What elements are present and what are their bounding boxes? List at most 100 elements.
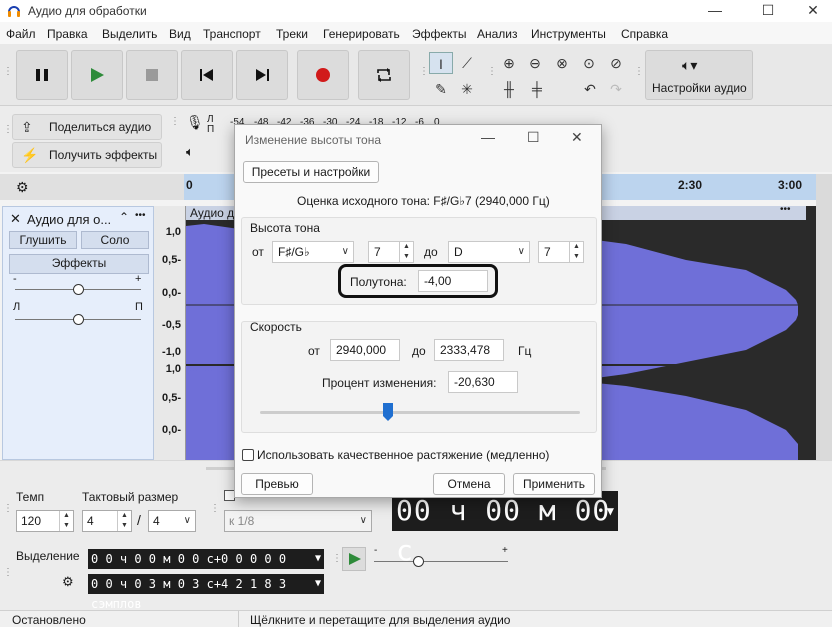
track-name[interactable]: Аудио для о... bbox=[27, 212, 111, 227]
zoom-in-icon[interactable]: ⊕ bbox=[497, 52, 521, 74]
preview-button[interactable]: Превью bbox=[241, 473, 313, 495]
percent-change-input[interactable]: -20,630 bbox=[448, 371, 518, 393]
dialog-maximize-button[interactable]: ☐ bbox=[527, 129, 540, 146]
time-sig-denominator-select[interactable]: 4 ∨ bbox=[148, 510, 196, 532]
menu-view[interactable]: Вид bbox=[169, 27, 191, 41]
redo-icon[interactable]: ↷ bbox=[604, 78, 628, 100]
gain-slider-thumb[interactable] bbox=[73, 284, 84, 295]
maximize-button[interactable]: ☐ bbox=[745, 0, 791, 22]
dialog-close-button[interactable]: ✕ bbox=[571, 129, 583, 146]
skip-to-end-button[interactable] bbox=[236, 50, 288, 100]
draw-tool-icon[interactable]: ✎ bbox=[429, 78, 453, 100]
menu-tracks[interactable]: Треки bbox=[276, 27, 308, 41]
minimize-button[interactable]: — bbox=[692, 0, 738, 22]
close-track-icon[interactable]: ✕ bbox=[10, 211, 21, 227]
from-note-select[interactable]: F♯/G♭ ∨ bbox=[272, 241, 354, 263]
time-sig-numerator-input[interactable]: 4 ▲ ▼ bbox=[82, 510, 132, 532]
toolbar-grip[interactable]: ⋮ bbox=[487, 66, 497, 77]
hq-stretch-checkbox[interactable] bbox=[242, 449, 254, 461]
effects-button[interactable]: Эффекты bbox=[9, 254, 149, 274]
menu-analyze[interactable]: Анализ bbox=[477, 27, 518, 41]
vertical-scrollbar[interactable] bbox=[816, 174, 832, 460]
toolbar-grip[interactable]: ⋮ bbox=[3, 567, 13, 578]
play-at-speed-button[interactable] bbox=[342, 547, 366, 571]
time-format-arrow-icon[interactable]: ▼ bbox=[315, 574, 321, 594]
toolbar-grip[interactable]: ⋮ bbox=[3, 66, 13, 77]
menu-transport[interactable]: Транспорт bbox=[203, 27, 261, 41]
speed-from-input[interactable]: 2940,000 bbox=[330, 339, 400, 361]
play-button[interactable] bbox=[71, 50, 123, 100]
skip-to-start-button[interactable] bbox=[181, 50, 233, 100]
speaker-meter-icon[interactable]: 🔈︎ bbox=[186, 144, 194, 160]
tempo-input[interactable]: 120 ▲ ▼ bbox=[16, 510, 74, 532]
record-button[interactable] bbox=[297, 50, 349, 100]
time-format-arrow-icon[interactable]: ▼ bbox=[607, 491, 615, 531]
menu-select[interactable]: Выделить bbox=[102, 27, 157, 41]
toolbar-grip[interactable]: ⋮ bbox=[3, 503, 13, 514]
collapse-track-icon[interactable]: ⌃ bbox=[119, 210, 129, 224]
toolbar-grip[interactable]: ⋮ bbox=[634, 66, 644, 77]
menu-effects[interactable]: Эффекты bbox=[412, 27, 467, 41]
menu-file[interactable]: Файл bbox=[6, 27, 36, 41]
spin-arrows-icon[interactable]: ▲ ▼ bbox=[59, 511, 73, 531]
to-note-select[interactable]: D ∨ bbox=[448, 241, 530, 263]
selection-tool-icon[interactable]: I bbox=[429, 52, 453, 74]
close-button[interactable]: ✕ bbox=[790, 0, 832, 22]
microphone-icon[interactable]: 🎙︎ bbox=[186, 114, 204, 131]
solo-button[interactable]: Соло bbox=[81, 231, 149, 249]
audio-settings-button[interactable]: 🔈︎▾ Настройки аудио bbox=[645, 50, 753, 100]
fit-project-icon[interactable]: ⊙ bbox=[577, 52, 601, 74]
share-audio-button[interactable]: ⇪ Поделиться аудио bbox=[12, 114, 162, 140]
toolbar-grip[interactable]: ⋮ bbox=[3, 124, 13, 135]
fit-selection-icon[interactable]: ⊗ bbox=[550, 52, 574, 74]
record-icon bbox=[316, 68, 330, 82]
from-label: от bbox=[252, 245, 264, 259]
track-menu-icon[interactable]: ••• bbox=[135, 210, 146, 221]
to-octave-input[interactable]: 7 ▲ ▼ bbox=[538, 241, 584, 263]
menu-generate[interactable]: Генерировать bbox=[323, 27, 400, 41]
snap-select[interactable]: к 1/8 ∨ bbox=[224, 510, 372, 532]
menu-tools[interactable]: Инструменты bbox=[531, 27, 606, 41]
get-effects-button[interactable]: ⚡ Получить эффекты bbox=[12, 142, 162, 168]
selection-start-time[interactable]: 0 0 ч 0 0 м 0 0 с+0 0 0 0 0 сэмплов ▼ bbox=[88, 549, 324, 586]
menu-edit[interactable]: Правка bbox=[47, 27, 88, 41]
loop-button[interactable] bbox=[358, 50, 410, 100]
percent-slider-thumb[interactable] bbox=[383, 403, 393, 421]
menu-help[interactable]: Справка bbox=[621, 27, 668, 41]
selection-end-time[interactable]: 0 0 ч 0 3 м 0 3 с+4 2 1 8 3 сэмплов ▼ bbox=[88, 574, 324, 611]
toolbar-grip[interactable]: ⋮ bbox=[170, 116, 180, 127]
spin-arrows-icon[interactable]: ▲ ▼ bbox=[569, 242, 583, 262]
trim-audio-icon[interactable]: ╫ bbox=[497, 78, 521, 100]
hq-stretch-label: Использовать качественное растяжение (ме… bbox=[257, 448, 550, 462]
apply-button[interactable]: Применить bbox=[513, 473, 595, 495]
zoom-toggle-icon[interactable]: ⊘ bbox=[604, 52, 628, 74]
spin-arrows-icon[interactable]: ▲ ▼ bbox=[117, 511, 131, 531]
undo-icon[interactable]: ↶ bbox=[578, 78, 602, 100]
time-format-arrow-icon[interactable]: ▼ bbox=[315, 549, 321, 569]
speed-to-input[interactable]: 2333,478 bbox=[434, 339, 504, 361]
semitones-input[interactable]: -4,00 bbox=[418, 270, 488, 292]
clip-menu-icon[interactable]: ••• bbox=[780, 206, 791, 215]
spin-arrows-icon[interactable]: ▲ ▼ bbox=[399, 242, 413, 262]
from-octave-input[interactable]: 7 ▲ ▼ bbox=[368, 241, 414, 263]
pan-slider-thumb[interactable] bbox=[73, 314, 84, 325]
play-speed-thumb[interactable] bbox=[413, 556, 424, 567]
toolbar-grip[interactable]: ⋮ bbox=[210, 503, 220, 514]
timeline-settings-icon[interactable]: ⚙ bbox=[16, 179, 29, 196]
cancel-button[interactable]: Отмена bbox=[433, 473, 505, 495]
pause-button[interactable] bbox=[16, 50, 68, 100]
envelope-tool-icon[interactable]: ⟋ bbox=[455, 52, 479, 74]
dialog-minimize-button[interactable]: — bbox=[481, 129, 495, 145]
toolbar-grip[interactable]: ⋮ bbox=[332, 553, 342, 564]
toolbar-grip[interactable]: ⋮ bbox=[419, 66, 429, 77]
zoom-out-icon[interactable]: ⊖ bbox=[523, 52, 547, 74]
scale-label: 1,0 bbox=[165, 363, 181, 375]
ruler-tick: 2:30 bbox=[678, 178, 703, 192]
multi-tool-icon[interactable]: ✳ bbox=[455, 78, 479, 100]
speed-minus-label: - bbox=[374, 545, 378, 556]
presets-button[interactable]: Пресеты и настройки bbox=[243, 161, 379, 183]
stop-button[interactable] bbox=[126, 50, 178, 100]
silence-audio-icon[interactable]: ╪ bbox=[525, 78, 549, 100]
selection-settings-icon[interactable]: ⚙ bbox=[62, 574, 74, 590]
mute-button[interactable]: Глушить bbox=[9, 231, 77, 249]
